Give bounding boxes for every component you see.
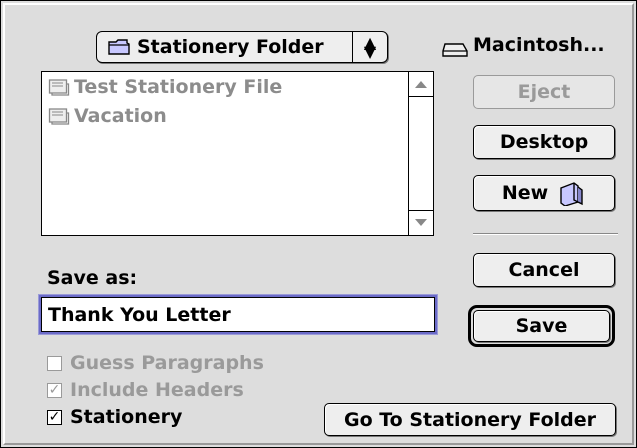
checkbox-label: Include Headers [70,379,244,401]
file-list-items: Test Stationery File Vacation [42,72,409,235]
checkbox-label: Stationery [70,406,183,428]
eject-button[interactable]: Eject [473,75,615,109]
stationery-checkbox[interactable]: ✓ Stationery [47,406,182,428]
go-to-stationery-folder-button[interactable]: Go To Stationery Folder [324,403,616,436]
save-button[interactable]: Save [473,310,610,342]
vertical-scrollbar[interactable] [408,72,433,235]
list-item[interactable]: Vacation [42,101,409,130]
checkbox-label: Guess Paragraphs [70,352,264,374]
folder-icon [108,39,130,55]
scroll-down-arrow-icon[interactable] [409,210,433,235]
list-item[interactable]: Test Stationery File [42,72,409,101]
new-button-label: New [501,182,549,204]
disk-icon [442,43,468,57]
popup-arrows-icon: ▲ ▼ [352,32,387,62]
volume-name: Macintosh... [441,32,605,58]
file-name: Vacation [74,104,167,127]
save-as-label: Save as: [47,267,138,289]
cancel-button[interactable]: Cancel [473,253,615,287]
folder-popup-label: Stationery Folder [137,36,324,58]
checkbox-unchecked-icon [47,355,62,371]
file-name: Test Stationery File [74,75,283,98]
volume-label: Macintosh... [473,34,605,56]
stationery-document-icon [48,107,70,125]
stationery-document-icon [48,78,70,96]
checkmark-icon: ✓ [47,408,62,425]
guess-paragraphs-checkbox[interactable]: Guess Paragraphs [47,352,264,374]
new-folder-button[interactable]: New [473,175,615,211]
save-dialog: Stationery Folder ▲ ▼ Macintosh... Test S… [0,0,637,448]
file-list[interactable]: Test Stationery File Vacation [41,71,434,236]
desktop-button[interactable]: Desktop [473,125,615,159]
include-headers-checkbox[interactable]: ✓ Include Headers [47,379,244,401]
scroll-up-arrow-icon[interactable] [409,72,433,97]
file-name-field[interactable] [41,297,435,332]
folder-popup-menu[interactable]: Stationery Folder ▲ ▼ [96,31,388,63]
new-folder-icon [560,182,583,206]
checkmark-icon: ✓ [47,381,62,398]
button-divider [473,233,618,235]
